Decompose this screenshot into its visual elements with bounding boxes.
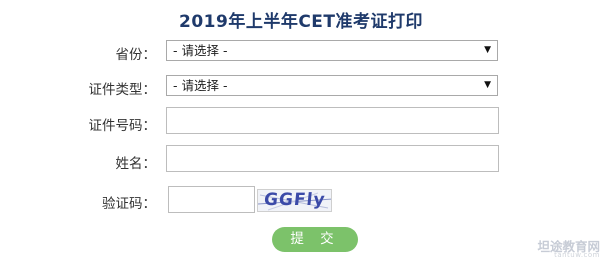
captcha-image[interactable]: GGFly xyxy=(257,189,332,212)
page-title: 2019年上半年CET准考证打印 xyxy=(179,12,423,32)
chevron-down-icon: ▼ xyxy=(484,80,491,90)
chevron-down-icon: ▼ xyxy=(484,45,491,55)
id-type-select-value: - 请选择 - xyxy=(173,78,228,93)
captcha-label: 验证码： xyxy=(102,196,156,212)
id-type-select[interactable]: - 请选择 - ▼ xyxy=(166,75,498,96)
site-watermark-domain: tantuw.com xyxy=(554,251,600,259)
name-label: 姓名： xyxy=(115,156,157,172)
captcha-image-text: GGFly xyxy=(262,190,327,210)
submit-button[interactable]: 提 交 xyxy=(272,227,358,252)
province-label: 省份： xyxy=(115,47,157,63)
province-select-value: - 请选择 - xyxy=(173,43,228,58)
captcha-input[interactable] xyxy=(168,186,255,213)
id-type-label: 证件类型： xyxy=(88,82,157,98)
name-input[interactable] xyxy=(166,145,499,172)
id-number-label: 证件号码： xyxy=(88,118,157,134)
province-select[interactable]: - 请选择 - ▼ xyxy=(166,40,498,61)
id-number-input[interactable] xyxy=(166,107,499,134)
